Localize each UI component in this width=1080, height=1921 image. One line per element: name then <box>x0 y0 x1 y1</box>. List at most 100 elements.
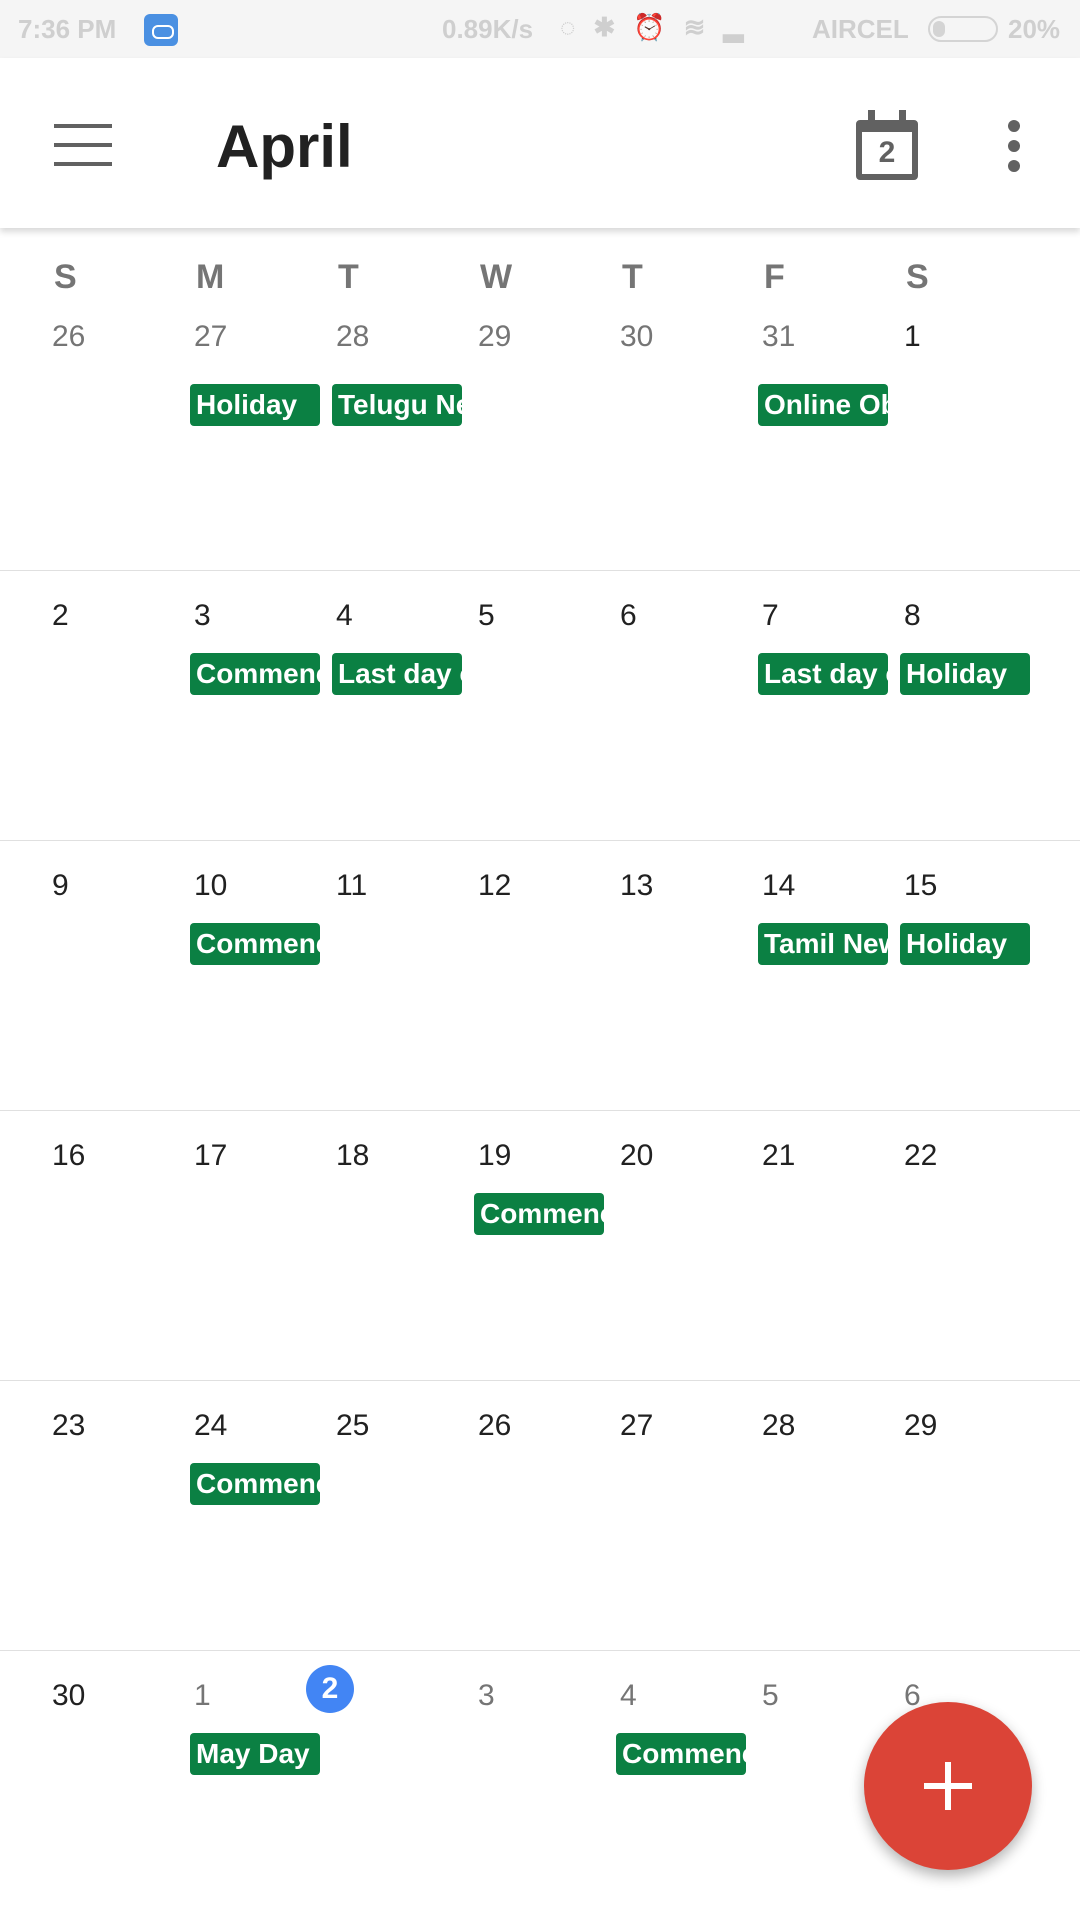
day-cell[interactable]: 18 <box>284 1111 426 1381</box>
day-number: 12 <box>478 869 512 902</box>
day-number: 29 <box>478 320 512 353</box>
day-cell[interactable]: 25 <box>284 1381 426 1651</box>
day-cell[interactable]: 3 <box>142 571 284 841</box>
day-cell[interactable]: 26 <box>426 1381 568 1651</box>
battery-icon <box>928 16 998 42</box>
weekday-label: M <box>196 258 225 296</box>
day-cell[interactable]: 12 <box>426 841 568 1111</box>
day-number: 15 <box>904 869 938 902</box>
day-cell[interactable]: 2 <box>284 1651 426 1921</box>
status-bar: 7:36 PM 0.89K/s ◌✱⏰≋▂ AIRCEL 20% <box>0 0 1080 58</box>
day-cell[interactable]: 27 <box>568 1381 710 1651</box>
day-cell[interactable]: 31 <box>710 300 852 570</box>
day-number: 1 <box>904 320 921 353</box>
day-number: 20 <box>620 1139 654 1172</box>
day-cell[interactable]: 3 <box>426 1651 568 1921</box>
day-number: 21 <box>762 1139 796 1172</box>
day-number: 11 <box>336 869 368 902</box>
day-cell[interactable]: 9 <box>0 841 142 1111</box>
day-cell[interactable]: 7 <box>710 571 852 841</box>
event-chip[interactable]: Holiday <box>900 653 1030 695</box>
event-chip[interactable]: Last day o <box>332 653 462 695</box>
day-cell[interactable]: 24 <box>142 1381 284 1651</box>
carrier-name: AIRCEL <box>812 14 909 44</box>
event-chip[interactable]: Holiday <box>900 923 1030 965</box>
weekday-label: F <box>764 258 785 296</box>
day-cell[interactable]: 1 <box>852 300 994 570</box>
day-number: 30 <box>620 320 654 353</box>
add-event-button[interactable] <box>864 1702 1032 1870</box>
cloud-app-icon <box>144 14 178 46</box>
day-number: 26 <box>478 1409 512 1442</box>
day-cell[interactable]: 1 <box>142 1651 284 1921</box>
day-cell[interactable]: 17 <box>142 1111 284 1381</box>
event-chip[interactable]: Commence <box>190 1463 320 1505</box>
day-cell[interactable]: 10 <box>142 841 284 1111</box>
day-number: 26 <box>52 320 86 353</box>
day-number: 1 <box>194 1679 211 1712</box>
weekday-label: W <box>480 258 513 296</box>
day-cell[interactable]: 28 <box>284 300 426 570</box>
day-number: 17 <box>194 1139 228 1172</box>
network-speed: 0.89K/s <box>442 14 534 44</box>
battery-percent: 20% <box>1008 14 1061 44</box>
weekday-label: S <box>906 258 929 296</box>
event-chip[interactable]: Telugu New <box>332 384 462 426</box>
day-cell[interactable]: 22 <box>852 1111 994 1381</box>
day-cell[interactable]: 30 <box>0 1651 142 1921</box>
day-number: 27 <box>194 320 228 353</box>
day-cell[interactable]: 8 <box>852 571 994 841</box>
event-chip[interactable]: Commence <box>190 923 320 965</box>
day-cell[interactable]: 16 <box>0 1111 142 1381</box>
day-number: 9 <box>52 869 69 902</box>
day-cell[interactable]: 13 <box>568 841 710 1111</box>
day-cell[interactable]: 27 <box>142 300 284 570</box>
event-chip[interactable]: Commence <box>474 1193 604 1235</box>
week-row: 9 10 11 12 13 14 15 Commence Tamil New Holiday <box>0 840 1080 1110</box>
day-cell[interactable]: 6 <box>568 571 710 841</box>
event-chip[interactable]: May Day <box>190 1733 320 1775</box>
day-cell[interactable]: 26 <box>0 300 142 570</box>
day-cell[interactable]: 19 <box>426 1111 568 1381</box>
today-calendar-icon[interactable]: 2 <box>856 110 918 180</box>
day-cell[interactable]: 20 <box>568 1111 710 1381</box>
today-day-number: 2 <box>306 1665 354 1713</box>
day-cell[interactable]: 29 <box>426 300 568 570</box>
event-chip[interactable]: Tamil New <box>758 923 888 965</box>
weekday-label: T <box>622 258 643 296</box>
day-number: 16 <box>52 1139 86 1172</box>
month-title[interactable]: April <box>216 112 353 181</box>
day-cell[interactable]: 23 <box>0 1381 142 1651</box>
day-cell[interactable]: 28 <box>710 1381 852 1651</box>
day-cell[interactable]: 5 <box>710 1651 852 1921</box>
event-chip[interactable]: Last day o <box>758 653 888 695</box>
day-number: 18 <box>336 1139 370 1172</box>
app-bar: April 2 <box>0 58 1080 228</box>
event-chip[interactable]: Commence <box>616 1733 746 1775</box>
day-cell[interactable]: 4 <box>284 571 426 841</box>
day-number: 30 <box>52 1679 86 1712</box>
day-cell[interactable]: 11 <box>284 841 426 1111</box>
more-options-icon[interactable] <box>1000 120 1028 172</box>
day-number: 5 <box>762 1679 779 1712</box>
weekday-label: T <box>338 258 359 296</box>
menu-icon[interactable] <box>54 124 112 166</box>
event-chip[interactable]: Holiday <box>190 384 320 426</box>
event-chip[interactable]: Online Ob <box>758 384 888 426</box>
day-cell[interactable]: 29 <box>852 1381 994 1651</box>
event-chip[interactable]: Commence <box>190 653 320 695</box>
day-cell[interactable]: 2 <box>0 571 142 841</box>
day-cell[interactable]: 14 <box>710 841 852 1111</box>
day-number: 31 <box>762 320 796 353</box>
day-cell[interactable]: 30 <box>568 300 710 570</box>
week-row: 26 27 28 29 30 31 1 Holiday Telugu New Online Ob <box>0 300 1080 570</box>
status-icons: ◌✱⏰≋▂ <box>560 12 762 42</box>
day-cell[interactable]: 5 <box>426 571 568 841</box>
week-row: 23 24 25 26 27 28 29 Commence <box>0 1380 1080 1650</box>
day-cell[interactable]: 4 <box>568 1651 710 1921</box>
day-number: 7 <box>762 599 779 632</box>
day-cell[interactable]: 21 <box>710 1111 852 1381</box>
day-number: 25 <box>336 1409 370 1442</box>
day-number: 2 <box>52 599 69 632</box>
day-cell[interactable]: 15 <box>852 841 994 1111</box>
